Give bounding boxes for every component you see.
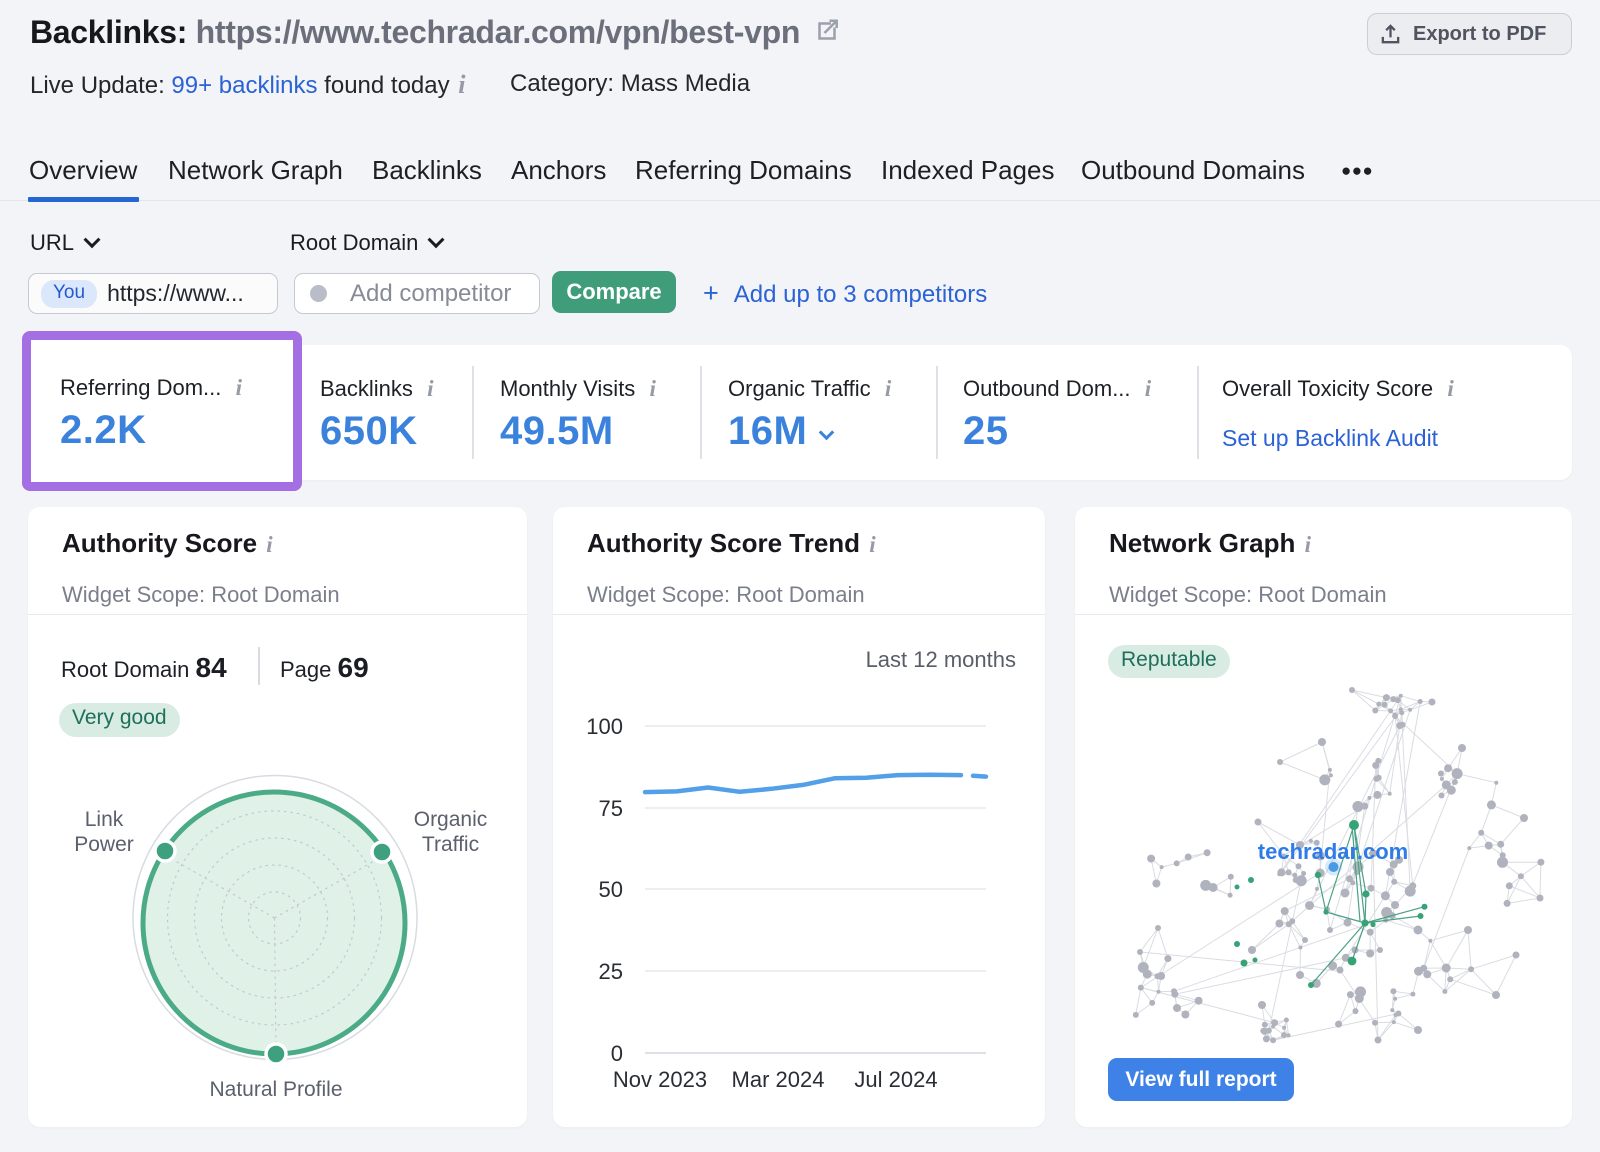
svg-text:100: 100 [586,714,623,739]
svg-text:Nov 2023: Nov 2023 [613,1067,707,1092]
svg-text:Mar 2024: Mar 2024 [732,1067,825,1092]
svg-text:25: 25 [599,959,623,984]
svg-text:50: 50 [599,877,623,902]
svg-text:Jul 2024: Jul 2024 [854,1067,937,1092]
svg-text:75: 75 [599,796,623,821]
svg-text:0: 0 [611,1041,623,1066]
svg-text:techradar.com: techradar.com [1258,839,1408,864]
